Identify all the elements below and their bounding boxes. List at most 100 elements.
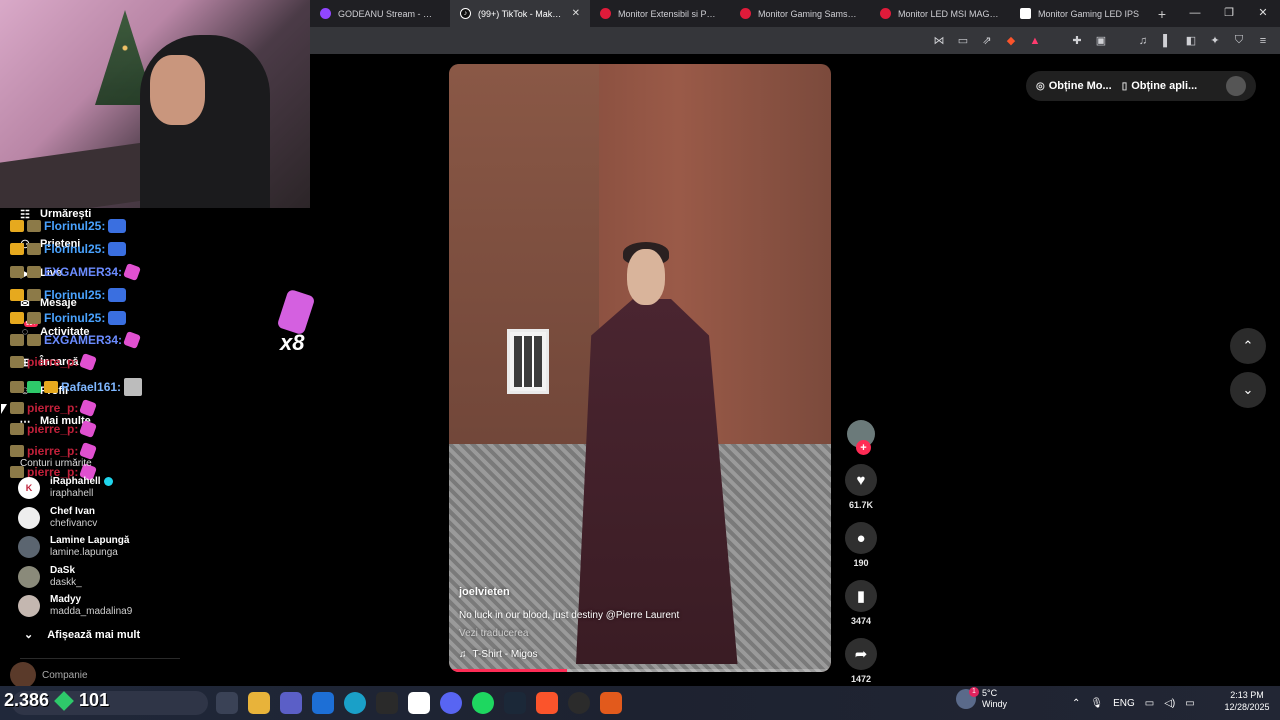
camera-badge-icon bbox=[27, 243, 41, 255]
store-icon[interactable] bbox=[408, 692, 430, 714]
obs-icon[interactable] bbox=[568, 692, 590, 714]
vpn-icon[interactable]: ⛉ bbox=[1230, 32, 1248, 50]
camera-badge-icon bbox=[10, 423, 24, 435]
avatar bbox=[18, 536, 40, 558]
followed-account[interactable]: Madyy madda_madalina9 bbox=[18, 594, 132, 618]
weather-widget[interactable]: 1 5°C Windy bbox=[956, 687, 1007, 710]
company-link[interactable]: Companie bbox=[10, 662, 88, 688]
chat-line: Florinul25: bbox=[10, 311, 127, 325]
browser-tab-strip: GODEANU Stream - Watc ♪ (99+) TikTok - M… bbox=[310, 0, 1280, 27]
extensions-icon[interactable]: ✚ bbox=[1068, 32, 1086, 50]
share-button[interactable]: ➦ bbox=[845, 638, 877, 670]
follow-plus-icon[interactable]: + bbox=[856, 440, 871, 455]
wallet-icon[interactable]: ◧ bbox=[1182, 32, 1200, 50]
creator-avatar[interactable]: + bbox=[847, 420, 875, 455]
show-more-label: Afișează mai mult bbox=[47, 628, 141, 641]
video-window bbox=[507, 329, 549, 394]
volume-icon[interactable]: ◁) bbox=[1164, 698, 1175, 709]
followed-account[interactable]: Chef Ivan chefivancv bbox=[18, 506, 97, 530]
reader-mode-icon[interactable]: ⋈ bbox=[930, 32, 948, 50]
video-action-rail: + ♥ 61.7K ● 190 ▮ 3474 ➦ 1472 bbox=[843, 420, 879, 696]
like-button[interactable]: ♥ bbox=[845, 464, 877, 496]
screenshot-icon[interactable]: ▣ bbox=[1092, 32, 1110, 50]
account-name: DaSk bbox=[50, 565, 76, 576]
tab-monitor-extensibil[interactable]: Monitor Extensibil si Porta bbox=[590, 0, 730, 27]
streamer-face bbox=[150, 55, 205, 125]
weather-temp: 5°C bbox=[982, 688, 998, 698]
file-explorer-icon[interactable] bbox=[248, 692, 270, 714]
leo-ai-icon[interactable]: ✦ bbox=[1206, 32, 1224, 50]
verified-icon bbox=[103, 476, 113, 486]
tab-monitor-ips[interactable]: Monitor Gaming LED IPS bbox=[1010, 0, 1150, 27]
previous-video-button[interactable]: ⌃ bbox=[1230, 328, 1266, 364]
camera-badge-icon bbox=[27, 312, 41, 324]
cast-icon[interactable]: ▭ bbox=[954, 32, 972, 50]
steam-icon[interactable] bbox=[504, 692, 526, 714]
tab-godeanu-stream[interactable]: GODEANU Stream - Watc bbox=[310, 0, 450, 27]
battery-icon[interactable]: ▭ bbox=[1185, 698, 1194, 709]
minimize-icon[interactable]: — bbox=[1178, 0, 1212, 27]
video-player[interactable]: joelvieten No luck in our blood, just de… bbox=[449, 64, 831, 672]
get-coins-button[interactable]: ◎ Obține Mo... bbox=[1036, 80, 1112, 92]
network-icon[interactable]: ▭ bbox=[1145, 698, 1154, 709]
sticker-icon bbox=[79, 399, 98, 417]
language-indicator[interactable]: ENG bbox=[1113, 698, 1135, 709]
get-coins-label: Obține Mo... bbox=[1048, 80, 1112, 92]
video-progress-bar[interactable] bbox=[449, 669, 831, 672]
close-window-icon[interactable]: ✕ bbox=[1246, 0, 1280, 27]
unity-icon[interactable] bbox=[376, 692, 398, 714]
next-video-button[interactable]: ⌄ bbox=[1230, 372, 1266, 408]
brave-shields-icon[interactable]: ◆ bbox=[1002, 32, 1020, 50]
chat-line: Florinul25: bbox=[10, 242, 127, 256]
chevron-up-icon[interactable]: ⌃ bbox=[1072, 698, 1080, 709]
save-button[interactable]: ▮ bbox=[845, 580, 877, 612]
maximize-icon[interactable]: ❐ bbox=[1212, 0, 1246, 27]
share-icon[interactable]: ⇗ bbox=[978, 32, 996, 50]
media-icon[interactable]: ♫ bbox=[1134, 32, 1152, 50]
show-more-button[interactable]: ⌄ Afișează mai mult bbox=[24, 628, 141, 642]
outlook-icon[interactable] bbox=[312, 692, 334, 714]
tab-monitor-msi[interactable]: Monitor LED MSI MAG 27 bbox=[870, 0, 1010, 27]
teams-icon[interactable] bbox=[280, 692, 302, 714]
tab-monitor-samsung[interactable]: Monitor Gaming Samsung bbox=[730, 0, 870, 27]
user-avatar[interactable] bbox=[1226, 76, 1246, 96]
see-translation-link[interactable]: Vezi traducerea bbox=[459, 628, 529, 639]
followed-account[interactable]: Lamine Lapungă lamine.lapunga bbox=[18, 535, 129, 559]
edge-icon[interactable] bbox=[344, 692, 366, 714]
app-icon[interactable] bbox=[600, 692, 622, 714]
chat-user: pierre_p: bbox=[27, 422, 79, 436]
comment-button[interactable]: ● bbox=[845, 522, 877, 554]
spotify-icon[interactable] bbox=[472, 692, 494, 714]
company-label: Companie bbox=[42, 669, 88, 681]
webcam-overlay bbox=[0, 0, 310, 208]
counter-value: 2.386 bbox=[4, 690, 50, 710]
close-tab-icon[interactable]: ✕ bbox=[572, 8, 580, 19]
account-handle: madda_madalina9 bbox=[50, 606, 133, 617]
emote-icon bbox=[108, 288, 127, 302]
brave-icon[interactable] bbox=[536, 692, 558, 714]
new-tab-button[interactable]: + bbox=[1150, 6, 1174, 22]
video-person-head bbox=[627, 249, 665, 305]
discord-icon[interactable] bbox=[440, 692, 462, 714]
followed-account[interactable]: K iRaphahell iraphahell bbox=[18, 476, 113, 500]
sticker-icon bbox=[79, 420, 98, 438]
chat-line: Florinul25: bbox=[10, 288, 127, 302]
sidebar-icon[interactable]: ▌ bbox=[1158, 32, 1176, 50]
get-app-button[interactable]: ▯ Obține apli... bbox=[1122, 80, 1198, 92]
camera-badge-icon bbox=[10, 402, 24, 414]
video-music[interactable]: ♫ T-Shirt - Migos bbox=[459, 649, 538, 660]
followed-account[interactable]: DaSk daskk_ bbox=[18, 565, 82, 589]
camera-badge-icon bbox=[10, 356, 24, 368]
tab-tiktok[interactable]: ♪ (99+) TikTok - Make Y ✕ bbox=[450, 0, 590, 27]
menu-icon[interactable]: ≡ bbox=[1254, 32, 1272, 50]
chevron-up-icon: ⌃ bbox=[1242, 338, 1254, 353]
avatar bbox=[10, 662, 36, 688]
taskbar-clock[interactable]: 2:13 PM 12/28/2025 bbox=[1216, 689, 1278, 713]
microphone-icon[interactable]: 🎙 bbox=[1090, 698, 1103, 709]
crown-badge-icon bbox=[10, 289, 24, 301]
share-count: 1472 bbox=[850, 674, 872, 684]
task-view-icon[interactable] bbox=[216, 692, 238, 714]
video-username[interactable]: joelvieten bbox=[459, 586, 510, 598]
brave-rewards-icon[interactable]: ▲ bbox=[1026, 32, 1044, 50]
camera-badge-icon bbox=[27, 334, 41, 346]
